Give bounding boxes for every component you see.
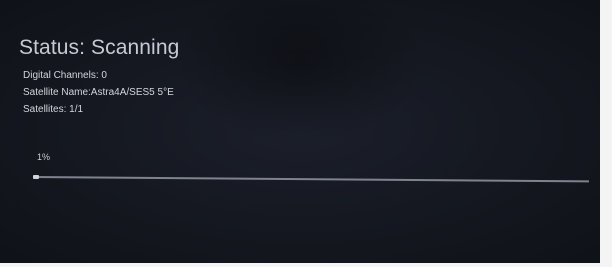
digital-channels-count: Digital Channels: 0 [23, 70, 107, 81]
satellite-name: Satellite Name:Astra4A/SES5 5°E [23, 87, 174, 98]
tv-screen: Status: Scanning Digital Channels: 0 Sat… [0, 0, 612, 267]
screen-bezel-bottom [0, 263, 612, 267]
progress-percent: 1% [37, 152, 51, 162]
status-value: Scanning [91, 36, 180, 59]
scan-progress-bar [32, 175, 589, 183]
screen-bezel-right [600, 0, 612, 267]
status-label: Status: [19, 36, 86, 59]
status-heading: Status: Scanning [19, 36, 179, 60]
satellites-count: Satellites: 1/1 [23, 104, 84, 115]
scan-progress-fill [32, 175, 40, 180]
